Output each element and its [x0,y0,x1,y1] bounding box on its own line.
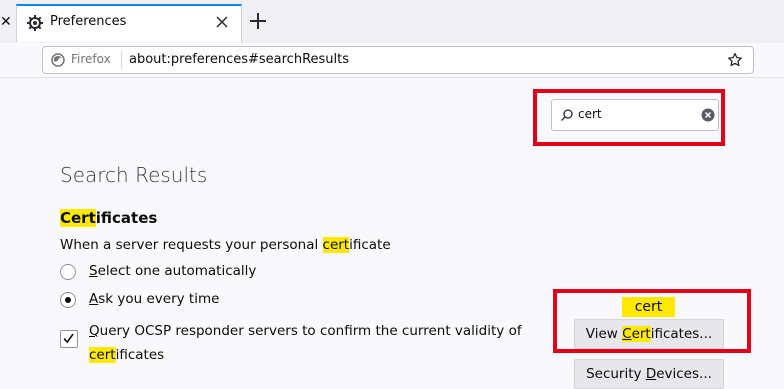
gear-icon [27,15,43,31]
annotation-box-buttons [553,289,751,353]
radio-label-rest: sk you every time [98,291,220,307]
ocsp-checkbox-label[interactable]: Query OCSP responder servers to confirm … [89,319,529,367]
star-icon[interactable] [727,52,743,68]
close-icon[interactable]: ✕ [0,14,12,30]
button-label-before: Security [586,366,646,382]
radio-label-rest: elect one automatically [97,263,257,279]
search-highlight: cert [322,237,350,253]
radio-label[interactable]: Select one automatically [89,263,256,279]
tab-strip: ✕ Preferences [0,0,784,44]
firefox-logo-icon [51,53,65,67]
url-text[interactable]: about:preferences#searchResults [129,52,349,67]
certificate-request-description: When a server requests your personal cer… [60,237,391,253]
ocsp-line1: Query OCSP responder servers to confirm … [89,323,522,339]
desc-after: ificate [349,237,391,253]
accesskey: D [645,366,657,382]
ocsp-line1-rest: uery OCSP responder servers to confirm t… [99,323,522,339]
section-title-certificates: Certificates [60,209,157,227]
accesskey: S [89,263,98,279]
section-title-rest: ificates [95,209,158,227]
radio-label[interactable]: Ask you every time [89,291,219,307]
url-bar[interactable]: Firefox about:preferences#searchResults [42,46,754,74]
security-devices-button[interactable]: Security Devices... [574,359,724,389]
search-highlight: Cert [60,209,96,227]
button-label-after: evices... [656,366,712,382]
previous-tab-stub[interactable]: ✕ [0,6,12,42]
plus-icon[interactable] [248,11,268,31]
url-separator [121,51,122,69]
radio-button[interactable] [60,264,76,280]
ocsp-line2-rest: ificates [115,347,165,363]
annotation-box-search [533,89,725,146]
checkmark-icon [63,333,74,344]
page-title: Search Results [60,163,208,187]
accesskey: Q [89,323,100,339]
accesskey: A [89,291,99,307]
desc-before: When a server requests your personal [60,237,323,253]
tab-preferences[interactable]: Preferences [16,4,242,42]
radio-button-checked[interactable] [60,292,76,308]
tab-title: Preferences [50,14,127,29]
nav-bar: Firefox about:preferences#searchResults [0,43,784,78]
ocsp-checkbox[interactable] [60,330,78,348]
identity-label[interactable]: Firefox [71,52,111,66]
close-icon[interactable] [213,13,231,31]
search-highlight: cert [89,347,116,363]
